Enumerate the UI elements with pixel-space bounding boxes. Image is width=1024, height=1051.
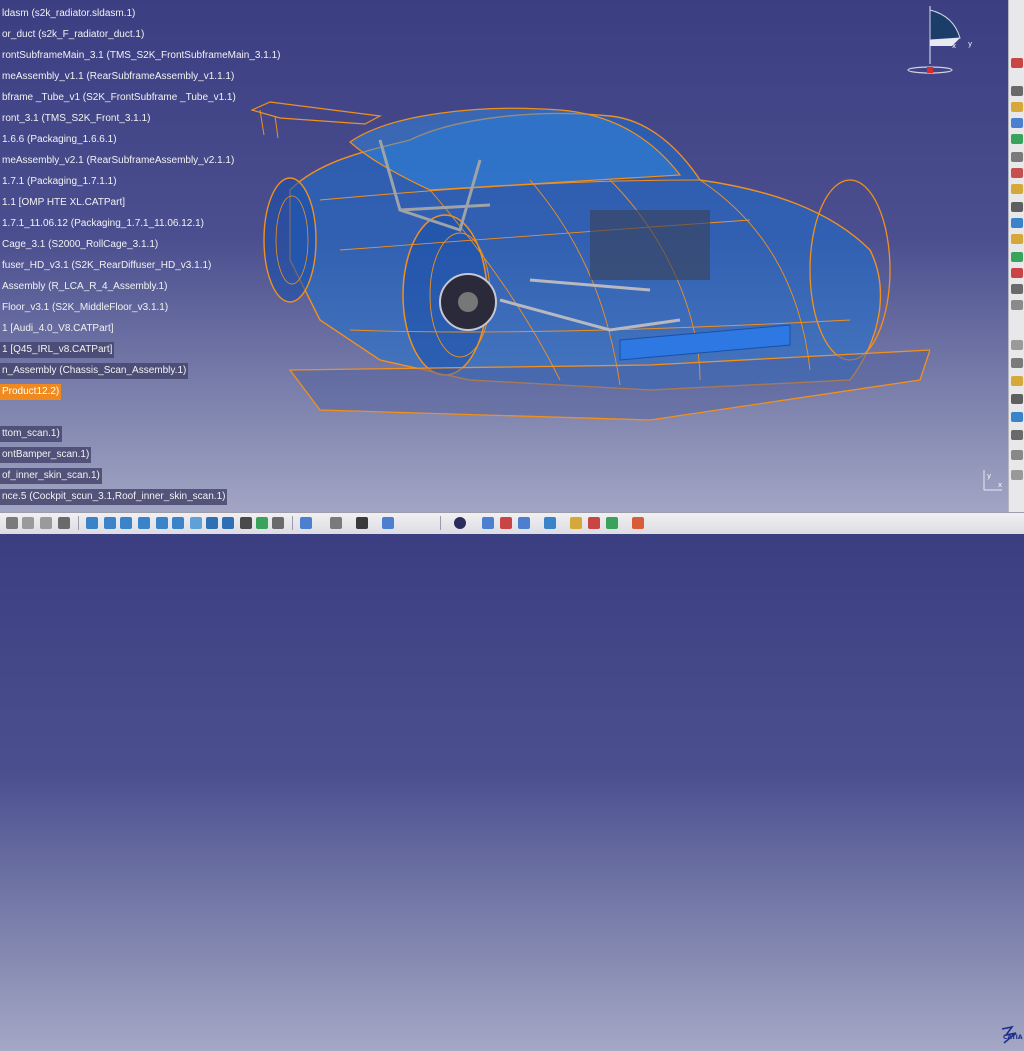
toolbar-icon[interactable] [1011, 450, 1023, 460]
tree-item[interactable]: Assembly (R_LCA_R_4_Assembly.1) [0, 279, 169, 295]
toolbar-icon[interactable] [330, 517, 342, 529]
catia-logo-text: CATIA [1003, 1034, 1023, 1041]
toolbar-icon[interactable] [606, 517, 618, 529]
tree-item[interactable]: or_duct (s2k_F_radiator_duct.1) [0, 27, 146, 43]
car-wireframe-model[interactable] [230, 80, 930, 440]
toolbar-icon[interactable] [1011, 300, 1023, 310]
toolbar-icon[interactable] [1011, 252, 1023, 262]
axis-x-label: x [998, 481, 1002, 489]
bottom-toolbar: CATIA [0, 512, 1024, 1044]
toolbar-icon[interactable] [382, 517, 394, 529]
toolbar-icon[interactable] [1011, 358, 1023, 368]
toolbar-icon[interactable] [1011, 234, 1023, 244]
tree-item[interactable]: n_Assembly (Chassis_Scan_Assembly.1) [0, 363, 189, 379]
toolbar-icon[interactable] [1011, 268, 1023, 278]
views-icon[interactable] [206, 517, 218, 529]
toolbar-separator [440, 516, 441, 530]
toolbar-icon[interactable] [1011, 86, 1023, 96]
zoom-out-icon[interactable] [172, 517, 184, 529]
tree-item[interactable]: nce.5 (Cockpit_scun_3.1,Roof_inner_skin_… [0, 489, 228, 505]
engine-block [590, 210, 710, 280]
toolbar-icon[interactable] [1011, 470, 1023, 480]
tree-item[interactable]: bframe _Tube_v1 (S2K_FrontSubframe _Tube… [0, 90, 238, 106]
tree-item[interactable]: ldasm (s2k_radiator.sldasm.1) [0, 6, 137, 22]
tree-item[interactable]: Cage_3.1 (S2000_RollCage_3.1.1) [0, 237, 160, 253]
compass-y-label: y [968, 40, 972, 48]
tree-item[interactable]: 1 [Q45_IRL_v8.CATPart] [0, 342, 115, 358]
tree-item[interactable]: ront_3.1 (TMS_S2K_Front_3.1.1) [0, 111, 152, 127]
3d-viewport[interactable]: ldasm (s2k_radiator.sldasm.1) or_duct (s… [0, 0, 1006, 512]
axis-triad-icon: y x [983, 470, 1002, 491]
rear-wing-stand [259, 109, 279, 139]
toolbar-icon[interactable] [588, 517, 600, 529]
normal-view-icon[interactable] [190, 517, 202, 529]
toolbar-separator [78, 516, 79, 530]
toolbar-icon[interactable] [1011, 394, 1023, 404]
toolbar-icon[interactable] [500, 517, 512, 529]
toolbar-icon[interactable] [1011, 184, 1023, 194]
toolbar-icon[interactable] [1011, 284, 1023, 294]
toolbar-icon[interactable] [22, 517, 34, 529]
compass-icon[interactable]: x y [904, 4, 974, 78]
tree-item[interactable]: 1.7.1 (Packaging_1.7.1.1) [0, 174, 119, 190]
toolbar-icon[interactable] [1011, 376, 1023, 386]
toolbar-icon[interactable] [1011, 412, 1023, 422]
toolbar-icon[interactable] [1011, 340, 1023, 350]
tree-item[interactable]: 1.6.6 (Packaging_1.6.6.1) [0, 132, 119, 148]
tree-item-selected[interactable]: Product12.2) [0, 384, 62, 400]
pan-icon[interactable] [120, 517, 132, 529]
toolbar-icon[interactable] [40, 517, 52, 529]
toolbar-icon[interactable] [1011, 118, 1023, 128]
toolbar-icon[interactable] [1011, 58, 1023, 68]
toolbar-icon[interactable] [482, 517, 494, 529]
tree-item[interactable]: meAssembly_v2.1 (RearSubframeAssembly_v2… [0, 153, 236, 169]
toolbar-icon[interactable] [570, 517, 582, 529]
right-toolbar [1008, 0, 1024, 512]
tree-item[interactable]: meAssembly_v1.1 (RearSubframeAssembly_v1… [0, 69, 236, 85]
tree-item[interactable]: ontBamper_scan.1) [0, 447, 92, 463]
toolbar-icon[interactable] [356, 517, 368, 529]
fit-all-icon[interactable] [104, 517, 116, 529]
toolbar-icon[interactable] [632, 517, 644, 529]
toolbar-icon[interactable] [6, 517, 18, 529]
toolbar-icon[interactable] [1011, 202, 1023, 212]
toolbar-icon[interactable] [1011, 218, 1023, 228]
compass-x-label: x [952, 42, 956, 50]
toolbar-icon[interactable] [544, 517, 556, 529]
tree-item[interactable]: Floor_v3.1 (S2K_MiddleFloor_v3.1.1) [0, 300, 170, 316]
toolbar-icon[interactable] [1011, 102, 1023, 112]
hide-show-icon[interactable] [240, 517, 252, 529]
rear-wing [250, 101, 382, 125]
axis-y-label: y [987, 472, 991, 480]
tree-item[interactable]: rontSubframeMain_3.1 (TMS_S2K_FrontSubfr… [0, 48, 282, 64]
toolbar-icon[interactable] [272, 517, 284, 529]
toolbar-icon[interactable] [1011, 134, 1023, 144]
zoom-in-icon[interactable] [156, 517, 168, 529]
fly-mode-icon[interactable] [86, 517, 98, 529]
toolbar-icon[interactable] [518, 517, 530, 529]
tree-item[interactable]: of_inner_skin_scan.1) [0, 468, 102, 484]
swap-space-icon[interactable] [256, 517, 268, 529]
toolbar-icon[interactable] [1011, 430, 1023, 440]
tree-item[interactable]: ttom_scan.1) [0, 426, 62, 442]
tree-item[interactable]: 1.1 [OMP HTE XL.CATPart] [0, 195, 127, 211]
update-icon[interactable] [454, 517, 466, 529]
toolbar-separator [292, 516, 293, 530]
toolbar-icon[interactable] [1011, 168, 1023, 178]
toolbar-icon[interactable] [300, 517, 312, 529]
tree-item[interactable]: 1 [Audi_4.0_V8.CATPart] [0, 321, 116, 337]
render-style-icon[interactable] [222, 517, 234, 529]
toolbar-icon[interactable] [1011, 152, 1023, 162]
tree-item[interactable]: 1.7.1_11.06.12 (Packaging_1.7.1_11.06.12… [0, 216, 206, 232]
tree-item[interactable]: fuser_HD_v3.1 (S2K_RearDiffuser_HD_v3.1.… [0, 258, 213, 274]
toolbar-icon[interactable] [58, 517, 70, 529]
rotate-icon[interactable] [138, 517, 150, 529]
